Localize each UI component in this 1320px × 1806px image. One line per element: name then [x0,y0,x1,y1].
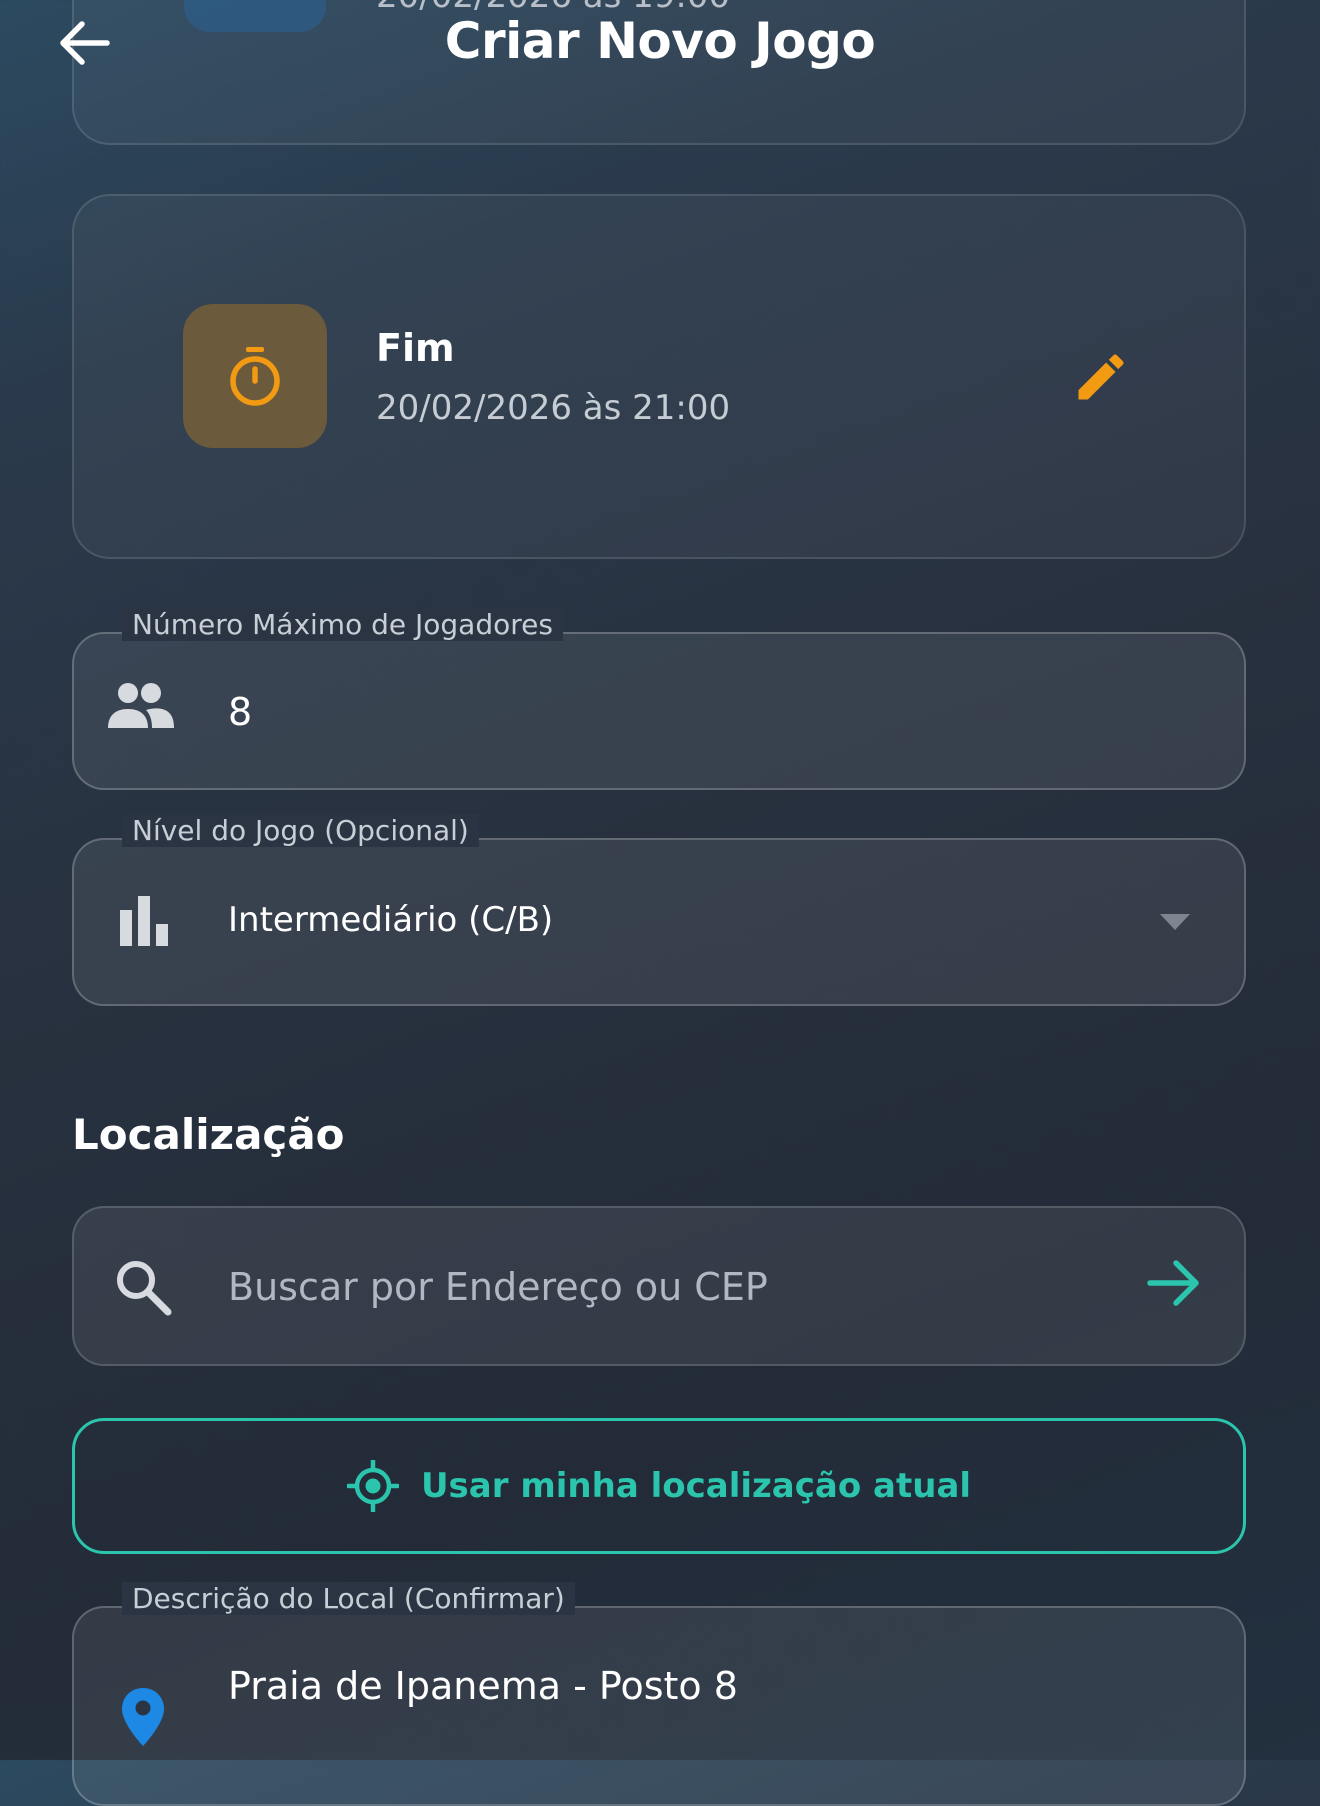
people-icon [108,683,174,728]
arrow-right-icon[interactable] [1146,1258,1202,1308]
location-section-title: Localização [72,1110,345,1159]
max-players-input[interactable] [228,690,1028,734]
bar-chart-icon [120,896,168,946]
use-current-location-button[interactable]: Usar minha localização atual [72,1418,1246,1554]
place-description-label: Descrição do Local (Confirmar) [122,1582,575,1615]
end-datetime: 20/02/2026 às 21:00 [376,388,731,428]
game-level-label: Nível do Jogo (Opcional) [122,814,479,847]
end-label: Fim [376,326,455,370]
gps-target-icon [346,1460,399,1512]
game-level-value: Intermediário (C/B) [228,900,554,940]
timer-icon-tile [183,304,327,448]
use-current-location-label: Usar minha localização atual [420,1466,972,1506]
chevron-down-icon[interactable] [1160,914,1190,932]
start-datetime: 20/02/2026 às 19:00 [376,0,730,16]
address-search-input[interactable] [228,1262,1108,1312]
place-description-input[interactable] [228,1664,1128,1708]
start-time-icon-tile [184,0,326,32]
map-pin-icon [122,1688,164,1746]
max-players-label: Número Máximo de Jogadores [122,608,563,641]
timer-icon [230,347,280,406]
pencil-icon [1078,354,1124,400]
search-icon [117,1261,172,1316]
edit-end-time-button[interactable] [1066,342,1136,412]
